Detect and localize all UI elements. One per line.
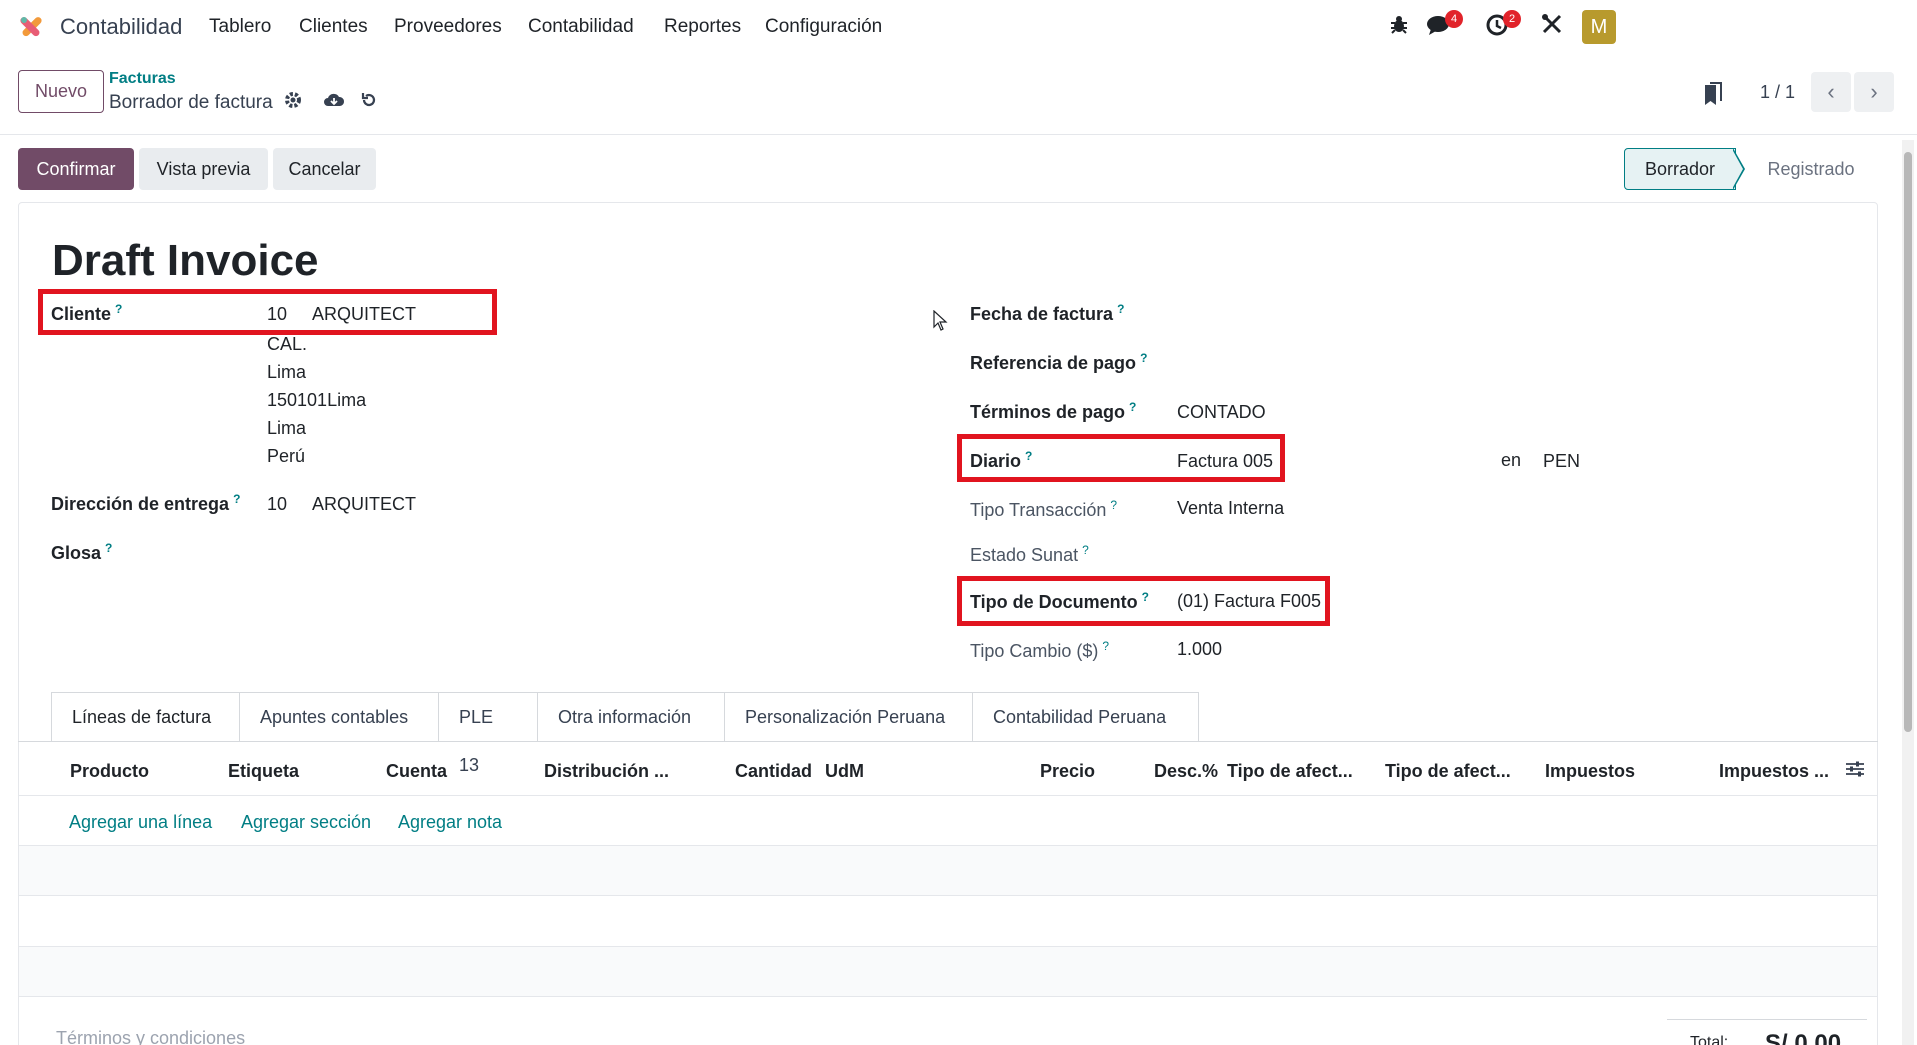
cliente-code[interactable]: 10	[267, 304, 287, 325]
tab-personalizacion-peruana[interactable]: Personalización Peruana	[725, 692, 973, 742]
col-tipo-afectacion-2[interactable]: Tipo de afect...	[1385, 761, 1511, 782]
diario-value[interactable]: Factura 005	[1177, 451, 1273, 472]
cliente-name[interactable]: ARQUITECT	[312, 304, 416, 325]
menu-reportes[interactable]: Reportes	[664, 16, 741, 38]
messages-badge: 4	[1445, 10, 1463, 28]
breadcrumb-current: Borrador de factura	[109, 92, 273, 113]
terminos-pago-label: Términos de pago?	[970, 400, 1137, 422]
mouse-cursor-icon	[933, 310, 948, 331]
tipo-documento-value[interactable]: (01) Factura F005	[1177, 591, 1321, 612]
estado-sunat-label: Estado Sunat?	[970, 543, 1089, 565]
col-cuenta[interactable]: Cuenta	[386, 761, 447, 782]
col-precio[interactable]: Precio	[1040, 761, 1095, 782]
scrollbar-thumb[interactable]	[1904, 152, 1912, 732]
add-note-link[interactable]: Agregar nota	[398, 812, 502, 833]
glosa-label: Glosa?	[51, 541, 113, 563]
notebook-tabs: Líneas de factura Apuntes contables PLE …	[51, 692, 1199, 775]
table-empty-row	[19, 846, 1877, 895]
currency-value[interactable]: PEN	[1543, 451, 1580, 472]
col-etiqueta[interactable]: Etiqueta	[228, 761, 299, 782]
tipo-cambio-value[interactable]: 1.000	[1177, 639, 1222, 660]
chevron-right-icon: ›	[1870, 79, 1878, 104]
delivery-name[interactable]: ARQUITECT	[312, 494, 416, 515]
user-avatar[interactable]: M	[1582, 10, 1616, 44]
menu-clientes[interactable]: Clientes	[299, 16, 368, 38]
tab-apuntes-contables[interactable]: Apuntes contables	[240, 692, 439, 742]
tipo-documento-label: Tipo de Documento?	[970, 590, 1150, 612]
col-descuento[interactable]: Desc.%	[1154, 761, 1218, 782]
bookmark-icon[interactable]	[1703, 81, 1723, 107]
breadcrumb-facturas[interactable]: Facturas	[109, 70, 176, 88]
referencia-pago-label: Referencia de pago?	[970, 351, 1148, 373]
app-name[interactable]: Contabilidad	[60, 14, 182, 40]
menu-tablero[interactable]: Tablero	[209, 16, 271, 38]
tipo-transaccion-label: Tipo Transacción?	[970, 498, 1118, 520]
menu-configuracion[interactable]: Configuración	[765, 16, 882, 38]
tipo-transaccion-value[interactable]: Venta Interna	[1177, 498, 1284, 519]
gear-icon[interactable]	[281, 91, 305, 115]
fecha-factura-label: Fecha de factura?	[970, 302, 1125, 324]
col-producto[interactable]: Producto	[70, 761, 149, 782]
add-section-link[interactable]: Agregar sección	[241, 812, 371, 833]
header-divider	[0, 134, 1917, 135]
address-line-4: Lima	[267, 418, 307, 438]
address-line-5: Perú	[267, 446, 306, 466]
col-udm[interactable]: UdM	[825, 761, 864, 782]
chevron-left-icon: ‹	[1827, 79, 1835, 104]
tools-icon[interactable]	[1539, 13, 1565, 39]
delivery-code[interactable]: 10	[267, 494, 287, 515]
total-label: Total:	[1690, 1034, 1729, 1045]
col-tipo-afectacion-1[interactable]: Tipo de afect...	[1227, 761, 1353, 782]
col-cantidad[interactable]: Cantidad	[735, 761, 812, 782]
top-navbar: Contabilidad Tablero Clientes Proveedore…	[0, 0, 1917, 54]
cliente-label: Cliente?	[51, 302, 123, 324]
address-line-3: 150101Lima	[267, 390, 367, 410]
terms-conditions-field[interactable]: Términos y condiciones	[56, 1028, 245, 1045]
tab-lineas-factura[interactable]: Líneas de factura	[51, 692, 240, 742]
table-row-line	[18, 996, 1878, 997]
activities-badge: 2	[1503, 10, 1521, 28]
new-button[interactable]: Nuevo	[18, 70, 104, 113]
pager-previous-button[interactable]: ‹	[1811, 72, 1851, 112]
confirm-button[interactable]: Confirmar	[18, 148, 134, 190]
total-separator	[1667, 1019, 1867, 1020]
app-logo-icon[interactable]	[16, 12, 46, 42]
pager-next-button[interactable]: ›	[1854, 72, 1894, 112]
tab-contabilidad-peruana[interactable]: Contabilidad Peruana	[973, 692, 1199, 742]
table-empty-row	[19, 947, 1877, 996]
col-impuestos-2[interactable]: Impuestos ...	[1719, 761, 1829, 782]
table-header-line	[18, 795, 1878, 796]
invoice-title: Draft Invoice	[52, 236, 319, 285]
delivery-label: Dirección de entrega?	[51, 492, 241, 514]
pager-value[interactable]: 1 / 1	[1760, 82, 1795, 103]
debug-bug-icon[interactable]	[1386, 13, 1412, 39]
status-draft[interactable]: Borrador	[1624, 148, 1736, 190]
status-posted[interactable]: Registrado	[1736, 148, 1886, 190]
address-line-1: CAL.	[267, 334, 308, 354]
column-settings-icon[interactable]	[1845, 760, 1867, 780]
cloud-save-icon[interactable]	[322, 91, 346, 115]
tipo-cambio-label: Tipo Cambio ($)?	[970, 639, 1110, 661]
tab-otra-informacion[interactable]: Otra información	[538, 692, 725, 742]
menu-contabilidad[interactable]: Contabilidad	[528, 16, 634, 38]
table-row-line	[18, 895, 1878, 896]
discard-undo-icon[interactable]	[357, 91, 381, 115]
cancel-button[interactable]: Cancelar	[273, 148, 376, 190]
address-line-2: Lima	[267, 362, 307, 382]
col-impuestos[interactable]: Impuestos	[1545, 761, 1635, 782]
currency-prefix: en	[1501, 450, 1522, 470]
tabs-baseline	[18, 741, 1878, 742]
menu-proveedores[interactable]: Proveedores	[394, 16, 502, 38]
add-line-link[interactable]: Agregar una línea	[69, 812, 212, 833]
diario-label: Diario?	[970, 449, 1033, 471]
col-distribucion[interactable]: Distribución ...	[544, 761, 669, 782]
terminos-pago-value[interactable]: CONTADO	[1177, 402, 1266, 423]
tab-ple-13[interactable]: PLE 13	[439, 692, 538, 775]
preview-button[interactable]: Vista previa	[139, 148, 268, 190]
total-value: S/ 0.00	[1765, 1030, 1842, 1045]
